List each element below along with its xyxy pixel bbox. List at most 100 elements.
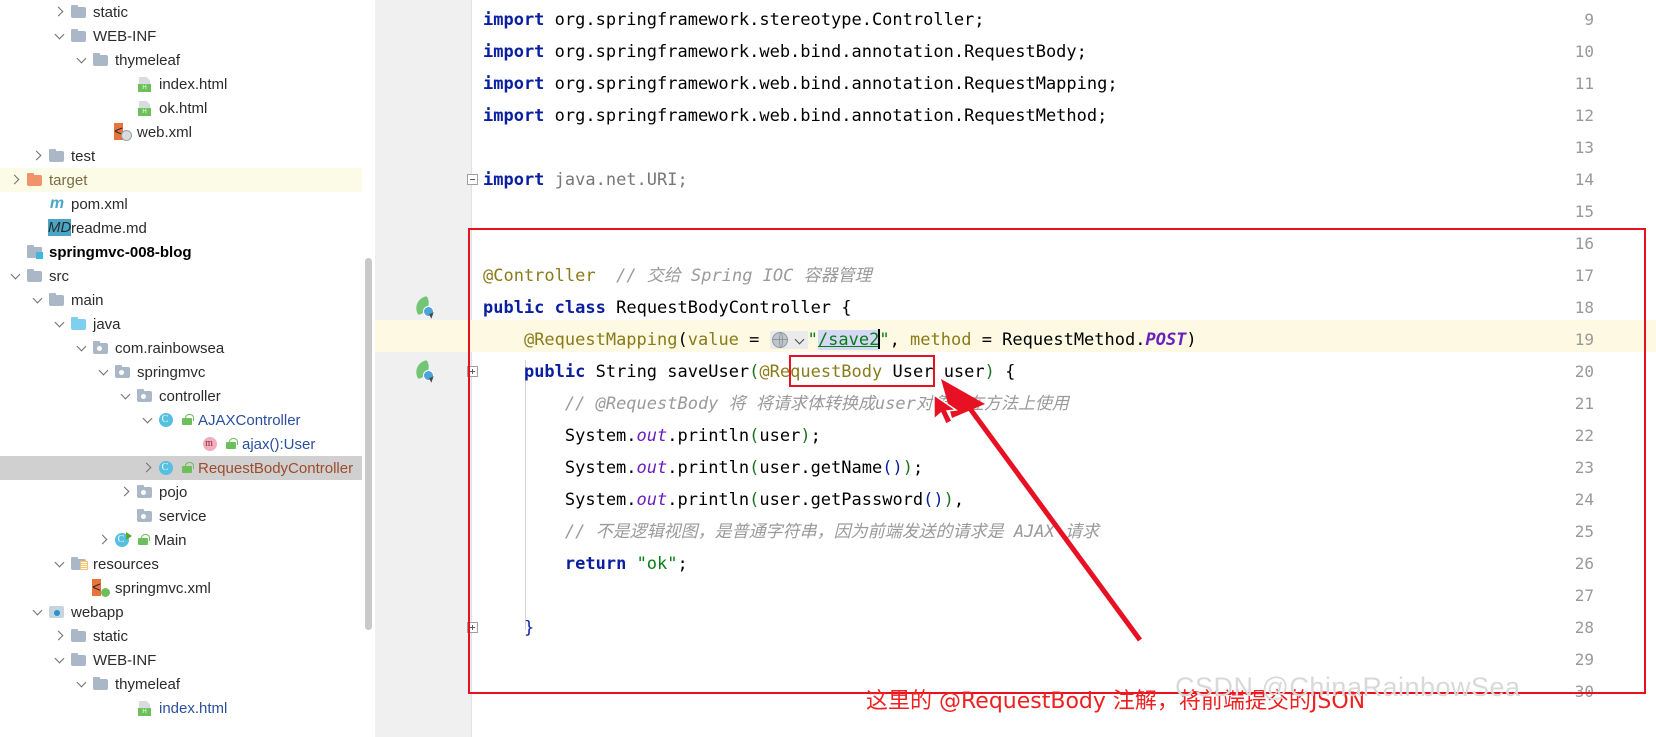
- tree-item-ajaxcontroller[interactable]: C AJAXController: [0, 408, 375, 432]
- line-number: 9: [1584, 10, 1594, 29]
- chevron-down-icon[interactable]: [30, 292, 46, 308]
- tree-item-requestbodycontroller[interactable]: C RequestBodyController: [0, 456, 375, 480]
- tree-item-static[interactable]: static: [0, 624, 375, 648]
- chevron-right-icon[interactable]: [52, 4, 68, 20]
- url-globe-icon[interactable]: [769, 331, 808, 349]
- tree-item-pojo[interactable]: pojo: [0, 480, 375, 504]
- code-line[interactable]: // 不是逻辑视图，是普通字符串，因为前端发送的请求是 AJAX 请求: [483, 516, 1099, 548]
- tree-item-index-html[interactable]: Hindex.html: [0, 72, 375, 96]
- tree-item-thymeleaf[interactable]: thymeleaf: [0, 48, 375, 72]
- project-tree-panel[interactable]: static WEB-INF thymeleaf Hindex.html Hok.htm…: [0, 0, 375, 737]
- tree-item-java[interactable]: java: [0, 312, 375, 336]
- tree-item-main[interactable]: main: [0, 288, 375, 312]
- code-line[interactable]: System.out.println(user.getPassword()),: [483, 484, 964, 516]
- chevron-right-icon[interactable]: [8, 172, 24, 188]
- code-line[interactable]: public class RequestBodyController {: [483, 292, 852, 324]
- tree-item-label: WEB-INF: [93, 651, 157, 669]
- line-number: 15: [1574, 202, 1594, 221]
- chevron-down-icon[interactable]: [52, 652, 68, 668]
- tree-item-target[interactable]: target: [0, 168, 375, 192]
- spring-mapping-gutter-icon[interactable]: [412, 359, 436, 383]
- chevron-down-icon[interactable]: [74, 676, 90, 692]
- chevron-down-icon[interactable]: [52, 28, 68, 44]
- code-line[interactable]: import java.net.URI;: [483, 164, 688, 196]
- tree-arrow-spacer: [96, 124, 112, 140]
- tree-item-webapp[interactable]: webapp: [0, 600, 375, 624]
- tree-item-label: Main: [154, 531, 187, 549]
- tree-item-label: springmvc-008-blog: [49, 243, 192, 261]
- chevron-down-icon[interactable]: [74, 52, 90, 68]
- tree-item-pom-xml[interactable]: m pom.xml: [0, 192, 375, 216]
- fold-marker-class-end[interactable]: [467, 622, 478, 633]
- code-line[interactable]: return "ok";: [483, 548, 688, 580]
- code-line[interactable]: @Controller // 交给 Spring IOC 容器管理: [483, 260, 872, 292]
- tree-item-ajax-user[interactable]: m ajax():User: [0, 432, 375, 456]
- sidebar-scrollbar-track[interactable]: [362, 0, 375, 737]
- code-line[interactable]: @RequestMapping(value = "/save2", method…: [483, 324, 1197, 356]
- line-number: 18: [1574, 298, 1594, 317]
- tree-item-controller[interactable]: controller: [0, 384, 375, 408]
- tree-item-index-html[interactable]: Hindex.html: [0, 696, 375, 720]
- code-line[interactable]: import org.springframework.web.bind.anno…: [483, 68, 1118, 100]
- tree-item-thymeleaf[interactable]: thymeleaf: [0, 672, 375, 696]
- tree-item-springmvc-008-blog[interactable]: springmvc-008-blog: [0, 240, 375, 264]
- spring-bean-gutter-icon[interactable]: [412, 295, 436, 319]
- chevron-down-icon[interactable]: [52, 556, 68, 572]
- tree-arrow-spacer: [8, 244, 24, 260]
- chevron-right-icon[interactable]: [96, 532, 112, 548]
- xmlorange-icon: <: [114, 123, 132, 141]
- chevron-right-icon[interactable]: [118, 484, 134, 500]
- code-line[interactable]: }: [483, 612, 534, 644]
- code-line[interactable]: import org.springframework.stereotype.Co…: [483, 4, 985, 36]
- tree-item-test[interactable]: test: [0, 144, 375, 168]
- folder-pkg-icon: [114, 363, 132, 381]
- tree-item-ok-html[interactable]: Hok.html: [0, 96, 375, 120]
- code-line[interactable]: public String saveUser(@RequestBody User…: [483, 356, 1015, 388]
- fold-marker-imports[interactable]: [467, 174, 478, 185]
- tree-item-label: resources: [93, 555, 159, 573]
- tree-item-label: index.html: [159, 75, 228, 93]
- folder-grey-icon: [26, 267, 44, 285]
- tree-item-web-xml[interactable]: < web.xml: [0, 120, 375, 144]
- tree-arrow-spacer: [30, 220, 46, 236]
- tree-item-label: thymeleaf: [115, 675, 181, 693]
- tree-item-service[interactable]: service: [0, 504, 375, 528]
- tree-item-springmvc[interactable]: springmvc: [0, 360, 375, 384]
- tree-item-com-rainbowsea[interactable]: com.rainbowsea: [0, 336, 375, 360]
- sidebar-scrollbar-thumb[interactable]: [365, 258, 372, 630]
- ide-screenshot: static WEB-INF thymeleaf Hindex.html Hok.htm…: [0, 0, 1656, 737]
- chevron-down-icon[interactable]: [30, 604, 46, 620]
- chevron-down-icon[interactable]: [118, 388, 134, 404]
- folder-orange-icon: [26, 171, 44, 189]
- tree-arrow-spacer: [118, 508, 134, 524]
- tree-item-label: static: [93, 3, 129, 21]
- tree-item-readme-md[interactable]: MD readme.md: [0, 216, 375, 240]
- chevron-right-icon[interactable]: [52, 628, 68, 644]
- chevron-down-icon[interactable]: [74, 340, 90, 356]
- chevron-down-icon[interactable]: [52, 316, 68, 332]
- tree-item-label: pojo: [159, 483, 188, 501]
- tree-item-main[interactable]: C Main: [0, 528, 375, 552]
- code-line[interactable]: System.out.println(user);: [483, 420, 821, 452]
- chevron-down-icon[interactable]: [140, 412, 156, 428]
- chevron-down-icon[interactable]: [8, 268, 24, 284]
- code-line[interactable]: // @RequestBody 将 将请求体转换成user对象。在方法上使用: [483, 388, 1069, 420]
- tree-item-src[interactable]: src: [0, 264, 375, 288]
- chevron-down-icon[interactable]: [96, 364, 112, 380]
- watermark: CSDN @ChinaRainbowSea: [1175, 672, 1521, 702]
- line-number: 22: [1574, 426, 1594, 445]
- tree-item-web-inf[interactable]: WEB-INF: [0, 648, 375, 672]
- code-line[interactable]: import org.springframework.web.bind.anno…: [483, 36, 1087, 68]
- tree-item-web-inf[interactable]: WEB-INF: [0, 24, 375, 48]
- gutter-current-line: [375, 320, 472, 352]
- tree-item-springmvc-xml[interactable]: < springmvc.xml: [0, 576, 375, 600]
- chevron-right-icon[interactable]: [140, 460, 156, 476]
- line-number: 24: [1574, 490, 1594, 509]
- project-tree[interactable]: static WEB-INF thymeleaf Hindex.html Hok.htm…: [0, 0, 375, 720]
- code-line[interactable]: import org.springframework.web.bind.anno…: [483, 100, 1107, 132]
- tree-item-resources[interactable]: resources: [0, 552, 375, 576]
- code-line[interactable]: System.out.println(user.getName());: [483, 452, 923, 484]
- tree-item-static[interactable]: static: [0, 0, 375, 24]
- chevron-right-icon[interactable]: [30, 148, 46, 164]
- fold-marker-method[interactable]: [467, 366, 478, 377]
